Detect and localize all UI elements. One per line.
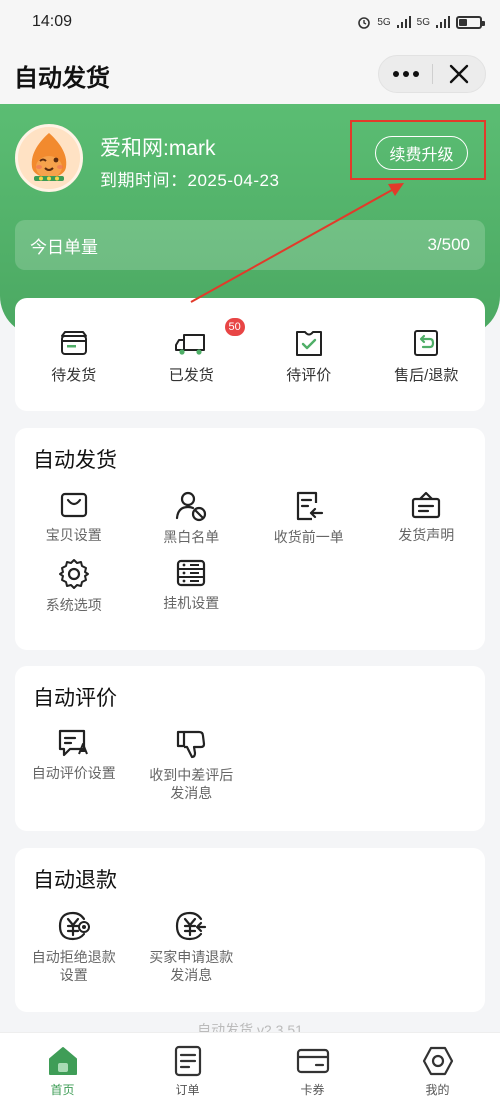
page-title: 自动发货 bbox=[14, 65, 110, 92]
item-ship-notice[interactable]: 发货声明 bbox=[368, 490, 486, 546]
tab-label: 我的 bbox=[425, 1083, 450, 1097]
grid-item-label: 收货前一单 bbox=[273, 529, 344, 545]
expire-date: 到期时间：2025-04-23 bbox=[100, 171, 280, 190]
section-title: 自动发货 bbox=[33, 449, 117, 472]
item-black-white-list[interactable]: 黑白名单 bbox=[133, 490, 251, 546]
order-label: 已发货 bbox=[168, 367, 214, 384]
close-icon bbox=[449, 64, 469, 84]
miniprogram-capsule bbox=[378, 55, 486, 93]
thumbs-down-icon bbox=[177, 730, 206, 759]
item-hosting-settings[interactable]: 挂机设置 bbox=[133, 558, 251, 614]
yuan-return-icon bbox=[176, 911, 207, 941]
grid-item-label: 自动评价设置 bbox=[31, 765, 116, 781]
review-pending-icon bbox=[295, 331, 322, 356]
order-after-sale[interactable]: 售后/退款 bbox=[368, 298, 486, 411]
item-product-settings[interactable]: 宝贝设置 bbox=[15, 490, 133, 546]
order-label: 待发货 bbox=[51, 367, 97, 384]
auto-ship-section: 自动发货 宝贝设置 黑白名单 收货前一单 发货声明 系统选项 挂机设置 bbox=[15, 428, 485, 650]
order-pending-review[interactable]: 待评价 bbox=[250, 298, 368, 411]
truck-icon bbox=[175, 334, 206, 355]
status-time: 14:09 bbox=[32, 13, 73, 30]
item-auto-reject-refund[interactable]: 自动拒绝退款 设置 bbox=[15, 910, 133, 984]
close-button[interactable] bbox=[433, 64, 485, 84]
battery-icon bbox=[456, 15, 485, 29]
item-auto-review-settings[interactable]: 自动评价设置 bbox=[15, 728, 133, 802]
grid-item-label: 买家申请退款 发消息 bbox=[149, 949, 234, 983]
auto-refund-section: 自动退款 自动拒绝退款 设置 买家申请退款 发消息 bbox=[15, 848, 485, 1012]
signal-icon bbox=[396, 16, 411, 28]
tab-label: 订单 bbox=[175, 1083, 200, 1097]
hex-icon bbox=[422, 1046, 453, 1076]
status-icons: 5G 5G bbox=[357, 15, 485, 29]
status-bar: 14:09 5G 5G bbox=[0, 0, 500, 44]
comment-a-icon bbox=[58, 729, 88, 757]
grid-item-label: 系统选项 bbox=[45, 597, 102, 613]
grid-item-label: 自动拒绝退款 设置 bbox=[31, 949, 116, 983]
order-shipped[interactable]: 50 已发货 bbox=[133, 298, 251, 411]
signal-2-label: 5G bbox=[416, 16, 430, 28]
avatar[interactable] bbox=[15, 124, 83, 192]
today-label: 今日单量 bbox=[30, 237, 98, 257]
nav-bar: 自动发货 bbox=[0, 44, 500, 104]
item-refund-request-message[interactable]: 买家申请退款 发消息 bbox=[133, 910, 251, 984]
tab-coupons[interactable]: 卡券 bbox=[250, 1033, 375, 1108]
section-title: 自动退款 bbox=[33, 869, 117, 892]
auto-review-section: 自动评价 自动评价设置 收到中差评后 发消息 bbox=[15, 666, 485, 831]
alarm-icon bbox=[358, 17, 371, 29]
order-label: 待评价 bbox=[286, 367, 332, 384]
tab-label: 卡券 bbox=[300, 1083, 325, 1097]
section-title: 自动评价 bbox=[33, 687, 117, 710]
item-system-options[interactable]: 系统选项 bbox=[15, 558, 133, 614]
signal-icon bbox=[436, 16, 450, 28]
auto-refund-grid: 自动拒绝退款 设置 买家申请退款 发消息 bbox=[15, 910, 485, 996]
order-icon bbox=[174, 1045, 201, 1077]
order-pending-ship[interactable]: 待发货 bbox=[15, 298, 133, 411]
today-value: 3/500 bbox=[427, 235, 470, 254]
shipped-count-badge: 50 bbox=[224, 318, 245, 336]
home-icon bbox=[48, 1047, 77, 1075]
today-order-count: 今日单量 3/500 bbox=[15, 220, 485, 270]
doc-return-icon bbox=[296, 491, 323, 521]
item-pre-receipt-order[interactable]: 收货前一单 bbox=[250, 490, 368, 546]
tab-home[interactable]: 首页 bbox=[0, 1033, 125, 1108]
signal-1-label: 5G bbox=[377, 16, 391, 28]
tab-orders[interactable]: 订单 bbox=[125, 1033, 250, 1108]
card-icon bbox=[296, 1048, 329, 1074]
auto-ship-grid: 宝贝设置 黑白名单 收货前一单 发货声明 系统选项 挂机设置 bbox=[15, 490, 485, 626]
item-bad-review-message[interactable]: 收到中差评后 发消息 bbox=[133, 728, 251, 802]
grid-item-label: 挂机设置 bbox=[163, 595, 220, 611]
grid-item-label: 发货声明 bbox=[398, 527, 455, 543]
tab-mine[interactable]: 我的 bbox=[375, 1033, 500, 1108]
user-block-icon bbox=[176, 491, 207, 522]
auto-review-grid: 自动评价设置 收到中差评后 发消息 bbox=[15, 728, 485, 814]
tab-label: 首页 bbox=[50, 1083, 75, 1097]
notice-icon bbox=[412, 491, 441, 519]
user-name: 爱和网:mark bbox=[100, 137, 216, 160]
yuan-reject-icon bbox=[58, 911, 90, 941]
after-sale-icon bbox=[414, 330, 439, 356]
order-label: 售后/退款 bbox=[394, 367, 459, 384]
order-status-card: 待发货 50 已发货 待评价 售后/退款 bbox=[15, 298, 485, 411]
server-icon bbox=[177, 559, 206, 587]
gear-icon bbox=[58, 559, 89, 589]
bag-icon bbox=[60, 492, 87, 518]
grid-item-label: 宝贝设置 bbox=[45, 527, 102, 543]
pending-ship-icon bbox=[60, 331, 87, 355]
grid-item-label: 收到中差评后 发消息 bbox=[149, 767, 234, 801]
bottom-tab-bar: 首页 订单 卡券 我的 bbox=[0, 1032, 500, 1108]
grid-item-label: 黑白名单 bbox=[163, 529, 220, 545]
annotation-highlight-box bbox=[350, 120, 486, 180]
mascot-avatar-icon bbox=[18, 127, 80, 189]
more-button[interactable] bbox=[379, 71, 432, 77]
